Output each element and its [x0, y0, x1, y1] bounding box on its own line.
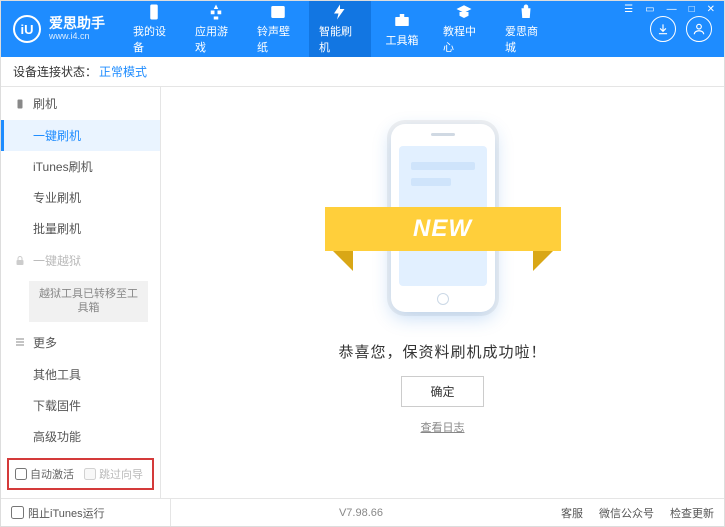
version-label: V7.98.66: [339, 507, 383, 519]
sidebar-item-advanced[interactable]: 高级功能: [1, 421, 160, 452]
nav-tutorial[interactable]: 教程中心: [433, 1, 495, 57]
sidebar-item-onekey-flash[interactable]: 一键刷机: [1, 120, 160, 151]
nav-smart-flash[interactable]: 智能刷机: [309, 1, 371, 57]
nav-shop[interactable]: 爱思商城: [495, 1, 557, 57]
block-itunes-checkbox[interactable]: 阻止iTunes运行: [11, 505, 105, 521]
settings-icon[interactable]: ☰: [621, 4, 636, 15]
skin-icon[interactable]: ▭: [642, 4, 657, 15]
window-controls: ☰ ▭ — □ ✕: [621, 4, 718, 15]
close-icon[interactable]: ✕: [704, 4, 718, 15]
view-log-link[interactable]: 查看日志: [421, 419, 465, 435]
device-icon: [144, 3, 164, 21]
sidebar-item-other-tools[interactable]: 其他工具: [1, 359, 160, 390]
nav-toolbox[interactable]: 工具箱: [371, 1, 433, 57]
new-banner: NEW: [325, 207, 561, 251]
toolbox-icon: [392, 10, 412, 30]
sidebar-item-batch-flash[interactable]: 批量刷机: [1, 213, 160, 244]
download-button[interactable]: [650, 16, 676, 42]
skip-guide-checkbox[interactable]: 跳过向导: [84, 466, 143, 482]
success-message: 恭喜您，保资料刷机成功啦！: [338, 341, 546, 362]
sidebar-section-more[interactable]: 更多: [1, 326, 160, 359]
nav-apps-games[interactable]: 应用游戏: [185, 1, 247, 57]
app-header: ☰ ▭ — □ ✕ iU 爱思助手 www.i4.cn 我的设备 应用游戏 铃声…: [1, 1, 724, 57]
apps-icon: [206, 3, 226, 21]
auto-activate-checkbox[interactable]: 自动激活: [15, 466, 74, 482]
footer-link-wechat[interactable]: 微信公众号: [599, 505, 654, 521]
sidebar-item-pro-flash[interactable]: 专业刷机: [1, 182, 160, 213]
logo-icon: iU: [13, 15, 41, 43]
sidebar-section-jailbreak: 一键越狱: [1, 244, 160, 277]
sidebar-section-flash[interactable]: 刷机: [1, 87, 160, 120]
flash-icon: [330, 3, 350, 21]
success-illustration: NEW: [353, 113, 533, 323]
sidebar-item-itunes-flash[interactable]: iTunes刷机: [1, 151, 160, 182]
footer-link-update[interactable]: 检查更新: [670, 505, 714, 521]
maximize-icon[interactable]: □: [686, 4, 698, 15]
status-bar: 设备连接状态： 正常模式: [1, 57, 724, 87]
device-info: iPhone 15 Pro Max 512GB iPhone: [1, 496, 160, 498]
sidebar-item-download-firmware[interactable]: 下载固件: [1, 390, 160, 421]
top-nav: 我的设备 应用游戏 铃声壁纸 智能刷机 工具箱 教程中心 爱思商城: [123, 1, 557, 57]
nav-ringtone-wallpaper[interactable]: 铃声壁纸: [247, 1, 309, 57]
shop-icon: [516, 3, 536, 21]
image-icon: [268, 3, 288, 21]
jailbreak-moved-note: 越狱工具已转移至工具箱: [29, 281, 148, 322]
user-button[interactable]: [686, 16, 712, 42]
logo: iU 爱思助手 www.i4.cn: [13, 15, 123, 43]
footer-link-support[interactable]: 客服: [561, 505, 583, 521]
sidebar: 刷机 一键刷机 iTunes刷机 专业刷机 批量刷机 一键越狱 越狱工具已转移至…: [1, 87, 161, 498]
footer: 阻止iTunes运行 V7.98.66 客服 微信公众号 检查更新: [1, 498, 724, 526]
highlighted-options: 自动激活 跳过向导: [7, 458, 154, 490]
minimize-icon[interactable]: —: [664, 4, 680, 15]
flash-section-icon: [13, 97, 27, 111]
tutorial-icon: [454, 3, 474, 21]
nav-my-device[interactable]: 我的设备: [123, 1, 185, 57]
logo-title: 爱思助手: [49, 16, 105, 31]
confirm-button[interactable]: 确定: [401, 376, 483, 407]
logo-url: www.i4.cn: [49, 32, 105, 42]
main-panel: NEW 恭喜您，保资料刷机成功啦！ 确定 查看日志: [161, 87, 724, 498]
status-mode: 正常模式: [99, 63, 147, 80]
status-label: 设备连接状态：: [13, 63, 97, 80]
lock-icon: [13, 254, 27, 268]
more-icon: [13, 335, 27, 349]
